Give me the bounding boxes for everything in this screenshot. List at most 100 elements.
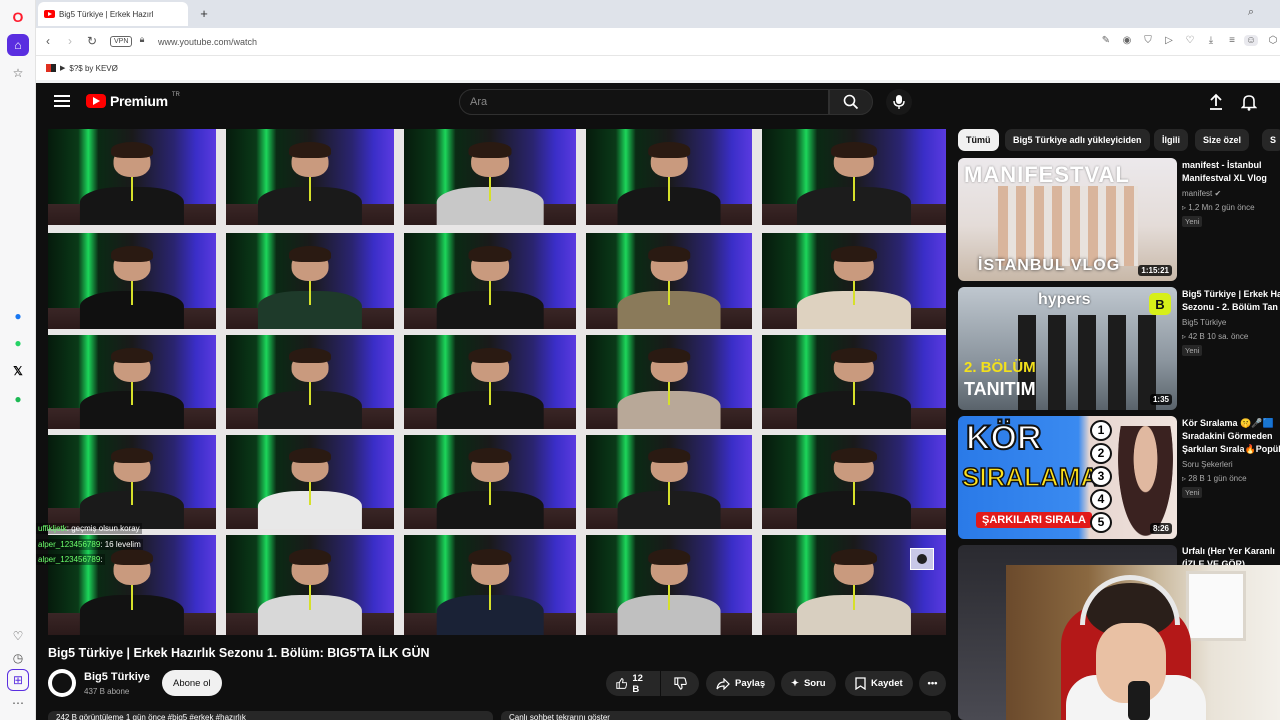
thumb-caption: 2. BÖLÜM xyxy=(964,359,1036,376)
rec-views: ▹ 28 B 1 gün önce xyxy=(1182,474,1247,483)
thumbs-down-icon xyxy=(673,677,687,690)
x-icon[interactable]: 𝕏 xyxy=(7,360,29,382)
menu-lines-icon[interactable]: ≡ xyxy=(1225,35,1239,46)
download-icon[interactable]: ⤓ xyxy=(1204,35,1218,46)
thumb-person xyxy=(1118,426,1173,536)
vpn-badge[interactable]: VPN xyxy=(110,36,133,47)
chat-message: alper_123456789: 16 levelim xyxy=(36,539,143,550)
video-grid-cell xyxy=(404,535,576,635)
heart-icon[interactable]: ♡ xyxy=(7,625,29,647)
chip-related[interactable]: İlgili xyxy=(1154,129,1188,151)
profile-icon[interactable]: ☺ xyxy=(1244,35,1258,46)
messenger-icon[interactable]: ● xyxy=(7,305,29,327)
chip-more[interactable]: S xyxy=(1262,129,1280,151)
back-icon[interactable]: ‹ xyxy=(40,34,56,48)
dislike-button[interactable] xyxy=(661,671,699,696)
duration: 8:26 xyxy=(1149,523,1172,534)
rec-title-line2[interactable]: Manifestval XL Vlog xyxy=(1182,172,1280,185)
rec-views: ▹ 1,2 Mn 2 gün önce xyxy=(1182,203,1255,212)
play-small-icon: ▶ xyxy=(60,65,66,72)
video-grid-cell xyxy=(226,233,394,329)
star-icon[interactable]: ☆ xyxy=(7,62,29,84)
rec-thumbnail[interactable]: KÖR SIRALAMA ŞARKILARI SIRALA 1 2 3 4 5 … xyxy=(958,416,1177,539)
tab-search-icon[interactable]: ⌕ xyxy=(1248,6,1254,19)
url-field[interactable]: www.youtube.com/watch xyxy=(158,37,257,47)
heart-outline-icon[interactable]: ♡ xyxy=(1183,35,1197,46)
description-box[interactable]: 242 B görüntüleme 1 gün önce #big5 #erke… xyxy=(48,711,493,720)
rec-title[interactable]: manifest - İstanbul xyxy=(1182,159,1280,172)
video-grid-cell xyxy=(48,435,216,529)
hamburger-menu-icon[interactable] xyxy=(54,95,70,109)
opera-logo-icon[interactable]: O xyxy=(7,6,29,28)
search-input[interactable]: Ara xyxy=(459,89,829,115)
active-tab[interactable]: Big5 Türkiye | Erkek Hazırl xyxy=(38,2,188,26)
more-actions-button[interactable]: ••• xyxy=(919,671,946,696)
youtube-logo[interactable]: Premium TR xyxy=(86,92,180,109)
edit-icon[interactable]: ✎ xyxy=(1099,35,1113,46)
bookmark-flag-icon xyxy=(46,64,56,72)
rec-channel: Big5 Türkiye xyxy=(1182,318,1227,327)
video-grid-cell xyxy=(586,233,752,329)
channel-avatar[interactable] xyxy=(48,669,76,697)
headphones xyxy=(1080,575,1180,625)
rec-thumbnail[interactable]: hypers B 2. BÖLÜM TANITIM 1:35 xyxy=(958,287,1177,410)
rec-title-line3[interactable]: Şarkıları Sırala🔥Popüle xyxy=(1182,443,1280,456)
rec-thumbnail[interactable]: MANIFESTVAL İSTANBUL VLOG 1:15:21 xyxy=(958,158,1177,281)
live-chat-replay-button[interactable]: Canlı sohbet tekrarını göster xyxy=(501,711,951,720)
video-grid-cell xyxy=(226,129,394,225)
search-button[interactable] xyxy=(829,89,873,115)
rec-title[interactable]: Urfalı (Her Yer Karanlı xyxy=(1182,545,1280,558)
bookmark-icon xyxy=(855,677,866,690)
tab-bar: Big5 Türkiye | Erkek Hazırl + ⌕ xyxy=(36,0,1280,28)
new-tab-button[interactable]: + xyxy=(196,5,212,21)
rec-title[interactable]: Big5 Türkiye | Erkek Ha xyxy=(1182,288,1280,301)
chip-uploader[interactable]: Big5 Türkiye adlı yükleyiciden xyxy=(1005,129,1150,151)
video-grid-cell xyxy=(226,435,394,529)
extensions-icon[interactable]: ⊞ xyxy=(7,669,29,691)
thumb-heading: MANIFESTVAL xyxy=(964,162,1130,187)
duration: 1:15:21 xyxy=(1138,265,1172,276)
like-count: 12 B xyxy=(632,672,643,695)
play-icon[interactable]: ▷ xyxy=(1162,35,1176,46)
home-icon[interactable]: ⌂ xyxy=(7,34,29,56)
voice-search-button[interactable] xyxy=(886,89,912,115)
camera-icon[interactable]: ◉ xyxy=(1120,35,1134,46)
shield-icon[interactable]: ⛉ xyxy=(1141,35,1155,46)
video-grid-cell xyxy=(404,435,576,529)
video-player[interactable] xyxy=(48,129,946,635)
rec-title[interactable]: Kör Sıralama 🤫🎤🟦 xyxy=(1182,417,1280,430)
thumb-caption-3: ŞARKILARI SIRALA xyxy=(976,512,1092,528)
share-button[interactable]: Paylaş xyxy=(706,671,776,696)
chip-for-you[interactable]: Size özel xyxy=(1195,129,1250,151)
spotify-icon[interactable]: ● xyxy=(7,388,29,410)
save-button[interactable]: Kaydet xyxy=(845,671,913,696)
thumb-heading: hypers xyxy=(1038,291,1091,308)
channel-name[interactable]: Big5 Türkiye xyxy=(84,671,150,683)
chip-all[interactable]: Tümü xyxy=(958,129,999,151)
create-button[interactable] xyxy=(1208,93,1224,116)
reload-icon[interactable]: ↻ xyxy=(84,34,100,48)
forward-icon[interactable]: › xyxy=(62,34,78,48)
more-icon[interactable]: ⋯ xyxy=(7,692,29,714)
ask-button[interactable]: ✦ Soru xyxy=(781,671,836,696)
rec-title-line2[interactable]: Sezonu - 2. Bölüm Tan xyxy=(1182,301,1280,314)
notifications-button[interactable] xyxy=(1240,93,1258,116)
wallet-icon[interactable]: ⬡ xyxy=(1266,35,1280,46)
whatsapp-icon[interactable]: ● xyxy=(7,332,29,354)
chat-message: uffikljetk: geçmiş olsun koray xyxy=(36,523,142,534)
rec-title-line2[interactable]: Sıradakini Görmeden xyxy=(1182,430,1280,443)
video-grid-cell xyxy=(226,335,394,429)
subscriber-count: 437 B abone xyxy=(84,687,130,696)
channel-watermark-icon[interactable] xyxy=(910,548,934,570)
tab-title: Big5 Türkiye | Erkek Hazırl xyxy=(59,9,154,19)
like-button[interactable]: 12 B xyxy=(606,671,660,696)
lock-icon[interactable]: 🔒︎ xyxy=(134,34,150,45)
bookmark-item[interactable]: $?$ by KEVØ xyxy=(69,64,117,73)
search-icon xyxy=(843,94,859,110)
subscribe-button[interactable]: Abone ol xyxy=(162,670,222,696)
history-icon[interactable]: ◷ xyxy=(7,647,29,669)
thumb-caption-2: SIRALAMA xyxy=(961,461,1100,493)
new-badge: Yeni xyxy=(1182,487,1203,498)
share-icon xyxy=(716,677,730,690)
video-grid-cell xyxy=(586,535,752,635)
